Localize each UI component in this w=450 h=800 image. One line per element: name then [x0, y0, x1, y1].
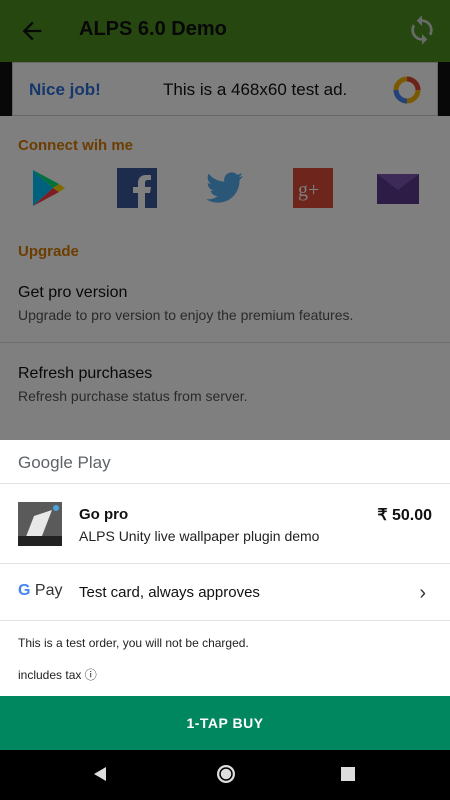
- google-pay-logo: G Pay: [18, 582, 62, 600]
- product-price: ₹ 50.00: [377, 507, 432, 524]
- test-order-note: This is a test order, you will not be ch…: [18, 636, 249, 650]
- divider: [0, 563, 450, 564]
- nav-home-icon[interactable]: [215, 763, 237, 785]
- one-tap-buy-button[interactable]: 1-TAP BUY: [0, 696, 450, 750]
- product-subtitle: ALPS Unity live wallpaper plugin demo: [79, 528, 320, 544]
- divider: [0, 483, 450, 484]
- wallpaper-thumbnail-icon: [18, 502, 62, 546]
- nav-back-icon[interactable]: [91, 765, 109, 783]
- nav-recents-icon[interactable]: [340, 766, 356, 782]
- google-play-purchase-sheet: Google Play Go pro ALPS Unity live wallp…: [0, 440, 450, 750]
- payment-method-label: Test card, always approves: [79, 584, 260, 601]
- system-nav-bar: [0, 750, 450, 800]
- google-pay-logo-pay: Pay: [30, 582, 63, 599]
- product-title: Go pro: [79, 506, 129, 523]
- chevron-right-icon: ›: [419, 582, 426, 604]
- tax-note[interactable]: includes tax ⓘ: [18, 666, 97, 683]
- divider: [0, 620, 450, 621]
- google-pay-logo-g: G: [18, 582, 31, 599]
- google-play-brand: Google Play: [18, 453, 111, 472]
- app-thumbnail: [18, 502, 62, 546]
